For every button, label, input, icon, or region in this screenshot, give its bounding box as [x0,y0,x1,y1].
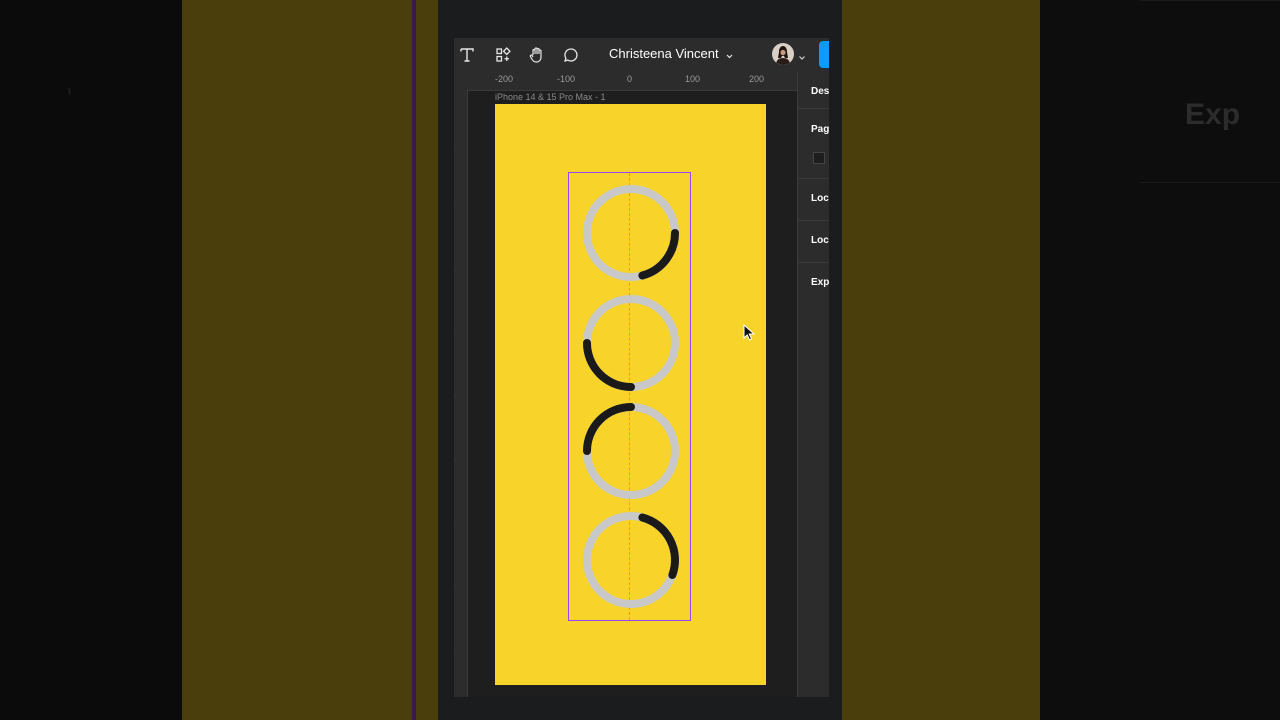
page-color-swatch[interactable] [813,152,825,164]
ruler-tick: - [454,584,458,587]
text-tool-icon[interactable] [457,45,477,65]
panel-divider [798,178,829,179]
blurred-frame-left [182,0,438,720]
avatar[interactable] [772,43,794,65]
file-title[interactable]: Christeena Vincent [609,46,719,61]
loader-arc [583,339,635,391]
video-frame: Christeena Vincent -200 -100 0 100 200 - [438,0,842,720]
page-section-label: Pag [811,124,829,135]
export-label[interactable]: Exp [811,277,829,288]
canvas[interactable]: -200 -100 0 100 200 - - - - - - - - - iP… [454,72,797,697]
ruler-label: -100 [557,74,576,84]
blurred-background-left: - [0,0,182,720]
ruler-tick: - [454,395,458,398]
ruler-label: 100 [685,74,701,84]
share-button[interactable] [819,41,829,68]
horizontal-ruler: -200 -100 0 100 200 [454,72,797,91]
ruler-tick: - [454,458,458,461]
right-panel: Des Pag Loc Loc Exp [797,72,829,697]
blurred-divider [1140,182,1280,183]
panel-divider [798,108,829,109]
blurred-export-text: Exp [1185,98,1241,131]
ruler-label: 200 [749,74,765,84]
selection-box[interactable] [568,172,756,621]
ruler-label: 0 [627,74,633,84]
blurred-selection-line [412,0,416,720]
hand-tool-icon[interactable] [527,45,547,65]
chevron-down-icon[interactable] [725,48,734,66]
loader-2[interactable] [579,291,683,395]
blurred-ruler-mark: - [52,86,83,96]
local-variables-label[interactable]: Loc [811,193,829,204]
iphone-frame[interactable] [495,104,766,685]
ruler-tick: - [454,332,458,335]
ruler-tick: - [454,269,458,272]
panel-divider [798,220,829,221]
loader-arc [583,403,635,455]
blurred-divider [1140,0,1280,1]
vertical-ruler: - - - - - - - - - [454,90,468,697]
toolbar: Christeena Vincent [454,38,829,72]
ruler-tick: - [454,206,458,209]
chevron-down-icon[interactable] [798,49,806,67]
mouse-cursor-icon [743,324,756,341]
loader-arc [638,513,679,580]
loader-3[interactable] [579,399,683,503]
figma-window: Christeena Vincent -200 -100 0 100 200 - [454,38,829,697]
resources-tool-icon[interactable] [493,45,513,65]
ruler-tick: - [454,143,458,146]
ruler-tick: - [454,521,458,524]
blurred-background-right: Exp [1040,0,1280,720]
loader-1[interactable] [579,181,683,285]
ruler-tick: - [454,647,458,650]
loader-4[interactable] [579,508,683,612]
local-styles-label[interactable]: Loc [811,235,829,246]
frame-label[interactable]: iPhone 14 & 15 Pro Max - 1 [495,92,606,102]
panel-divider [798,262,829,263]
loader-arc [638,229,679,280]
design-tab[interactable]: Des [811,86,829,97]
blurred-frame-right [842,0,1040,720]
ruler-label: -200 [495,74,514,84]
comment-tool-icon[interactable] [561,45,581,65]
